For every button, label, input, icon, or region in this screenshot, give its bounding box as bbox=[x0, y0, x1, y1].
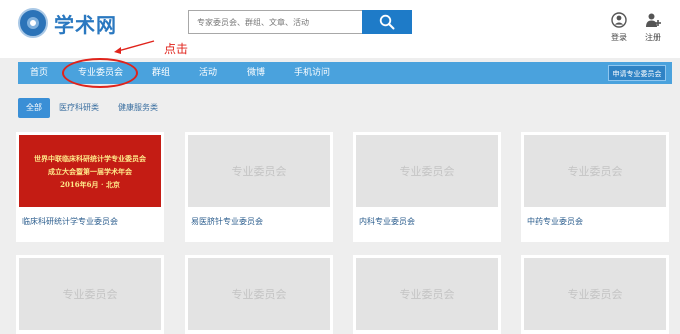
committee-card[interactable]: 专业委员会 bbox=[16, 255, 164, 334]
card-placeholder-image: 专业委员会 bbox=[188, 135, 330, 207]
committee-card[interactable]: 专业委员会 易医脐针专业委员会 bbox=[185, 132, 333, 242]
annotation-label: 点击 bbox=[164, 42, 189, 56]
apply-committee-button[interactable]: 申请专业委员会 bbox=[608, 65, 666, 81]
nav-item-home[interactable]: 首页 bbox=[30, 62, 48, 84]
filter-all[interactable]: 全部 bbox=[18, 98, 50, 118]
header: 学术网 登录 注册 bbox=[0, 0, 680, 58]
search-input[interactable] bbox=[188, 10, 362, 34]
register-label: 注册 bbox=[645, 33, 661, 42]
card-placeholder-image: 专业委员会 bbox=[524, 135, 666, 207]
committee-card[interactable]: 专业委员会 bbox=[353, 255, 501, 334]
site-logo[interactable]: 学术网 bbox=[18, 8, 117, 38]
committee-card[interactable]: 专业委员会 bbox=[185, 255, 333, 334]
card-placeholder-image: 专业委员会 bbox=[356, 135, 498, 207]
filter-medical-research[interactable]: 医疗科研类 bbox=[59, 98, 99, 118]
nav-item-activities[interactable]: 活动 bbox=[199, 62, 217, 84]
card-banner-image: 世界中联临床科研统计学专业委员会 成立大会暨第一届学术年会 2016年6月 · … bbox=[19, 135, 161, 207]
banner-line: 成立大会暨第一届学术年会 bbox=[48, 166, 132, 176]
card-placeholder-image: 专业委员会 bbox=[524, 258, 666, 330]
site-name: 学术网 bbox=[54, 12, 117, 37]
committee-card[interactable]: 专业委员会 bbox=[521, 255, 669, 334]
card-title[interactable]: 内科专业委员会 bbox=[359, 216, 415, 227]
register-button[interactable]: 注册 bbox=[641, 12, 665, 43]
filter-health-service[interactable]: 健康服务类 bbox=[118, 98, 158, 118]
card-title[interactable]: 中药专业委员会 bbox=[527, 216, 583, 227]
card-title[interactable]: 临床科研统计学专业委员会 bbox=[22, 216, 118, 227]
nav-item-groups[interactable]: 群组 bbox=[152, 62, 170, 84]
banner-line: 2016年6月 · 北京 bbox=[60, 179, 120, 189]
annotation-arrow bbox=[114, 40, 155, 54]
nav-item-mobile[interactable]: 手机访问 bbox=[294, 62, 330, 84]
nav-item-weibo[interactable]: 微博 bbox=[247, 62, 265, 84]
committee-card[interactable]: 世界中联临床科研统计学专业委员会 成立大会暨第一届学术年会 2016年6月 · … bbox=[16, 132, 164, 242]
banner-line: 世界中联临床科研统计学专业委员会 bbox=[34, 153, 146, 163]
search-box bbox=[188, 10, 412, 34]
card-placeholder-image: 专业委员会 bbox=[188, 258, 330, 330]
user-circle-icon bbox=[611, 12, 627, 28]
login-label: 登录 bbox=[611, 33, 627, 42]
card-placeholder-image: 专业委员会 bbox=[19, 258, 161, 330]
search-icon bbox=[379, 14, 395, 30]
annotation-circle bbox=[62, 58, 138, 88]
committee-card[interactable]: 专业委员会 内科专业委员会 bbox=[353, 132, 501, 242]
search-button[interactable] bbox=[362, 10, 412, 34]
committee-card[interactable]: 专业委员会 中药专业委员会 bbox=[521, 132, 669, 242]
card-title[interactable]: 易医脐针专业委员会 bbox=[191, 216, 263, 227]
card-placeholder-image: 专业委员会 bbox=[356, 258, 498, 330]
login-button[interactable]: 登录 bbox=[607, 12, 631, 43]
globe-icon bbox=[18, 8, 48, 38]
user-add-icon bbox=[646, 13, 661, 27]
